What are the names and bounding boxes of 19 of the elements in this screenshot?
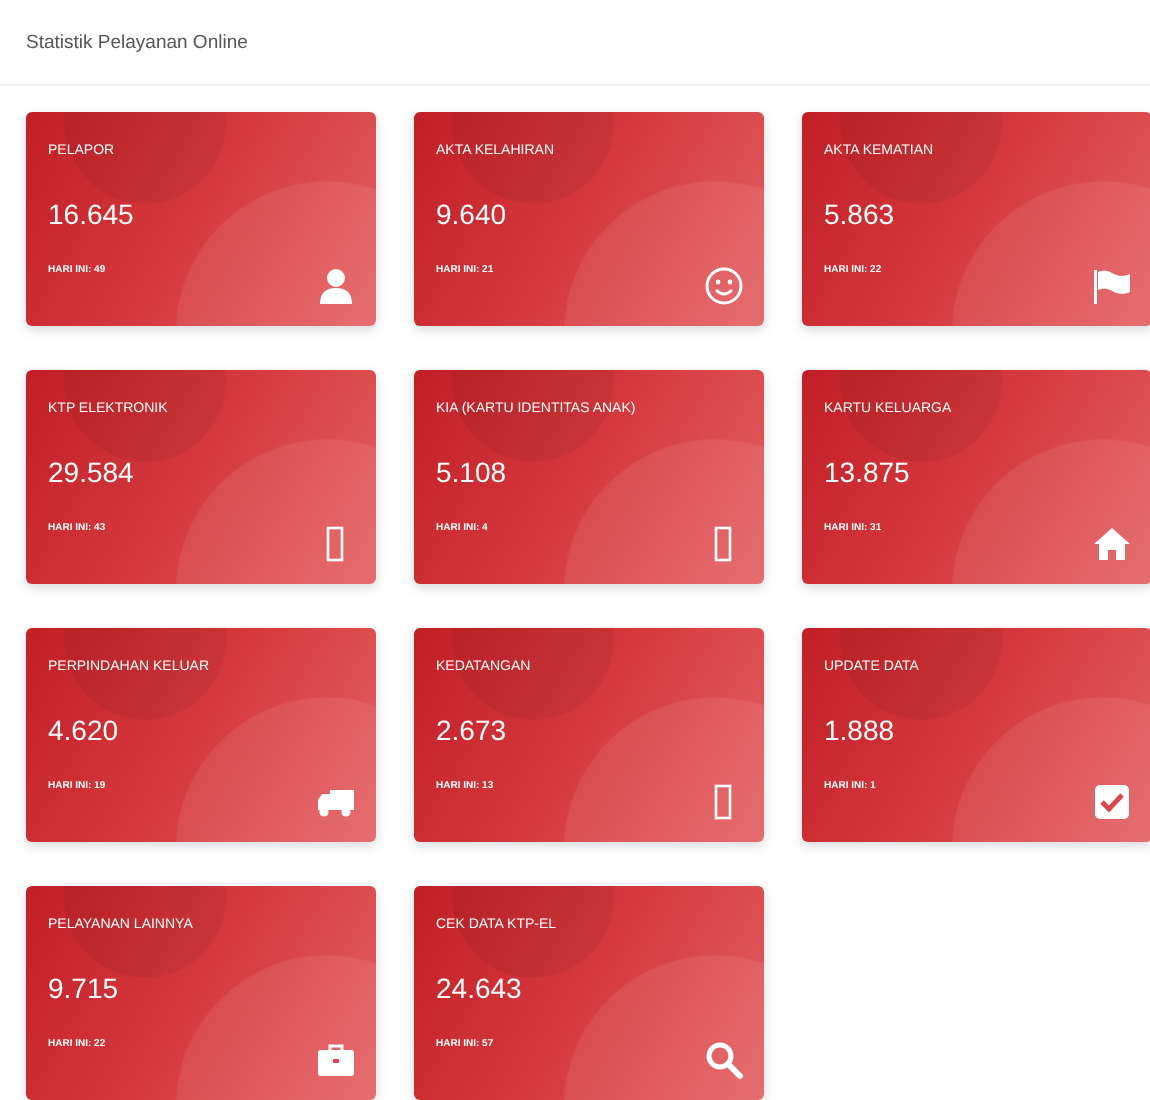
page-title: Statistik Pelayanan Online: [0, 0, 1150, 86]
stat-value: 9.640: [436, 200, 509, 228]
house-icon: [1092, 524, 1132, 564]
stat-value: 13.875: [824, 458, 912, 486]
person-icon: [316, 266, 356, 306]
stat-value: 16.645: [48, 200, 136, 228]
briefcase-icon: [316, 1040, 356, 1080]
stat-value: 5.863: [824, 200, 897, 228]
stat-value: 29.584: [48, 458, 136, 486]
stat-value: 4.620: [48, 716, 121, 744]
smiley-icon: [704, 266, 744, 306]
stat-value: 24.643: [436, 974, 524, 1002]
search-icon: [704, 1040, 744, 1080]
flag-icon: [1092, 266, 1132, 306]
checkbox-icon: [1092, 782, 1132, 822]
stat-value: 2.673: [436, 716, 509, 744]
stat-value: 9.715: [48, 974, 121, 1002]
stat-value: 1.888: [824, 716, 897, 744]
stat-value: 5.108: [436, 458, 509, 486]
